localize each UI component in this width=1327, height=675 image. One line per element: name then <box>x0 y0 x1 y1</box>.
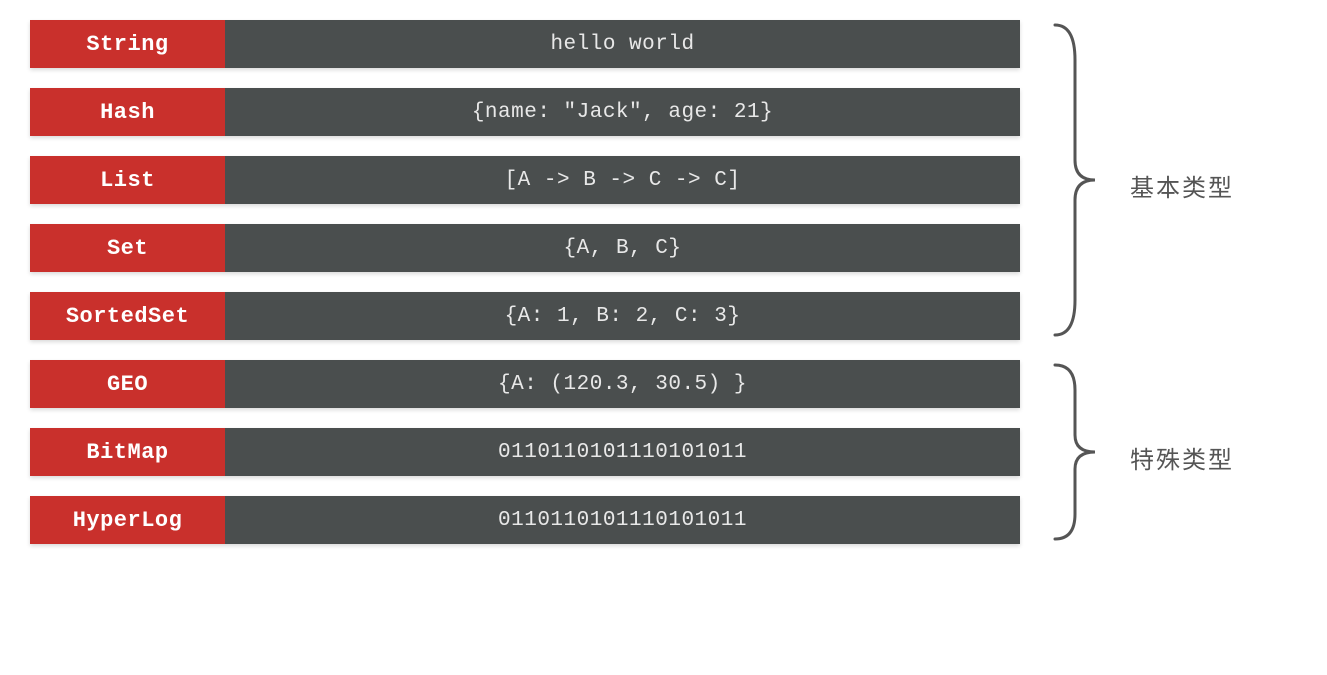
type-value: hello world <box>225 20 1020 68</box>
type-label: SortedSet <box>30 292 225 340</box>
type-label: Set <box>30 224 225 272</box>
table-row: GEO {A: (120.3, 30.5) } <box>30 360 1020 408</box>
type-label: HyperLog <box>30 496 225 544</box>
type-label: Hash <box>30 88 225 136</box>
type-label: String <box>30 20 225 68</box>
table-row: String hello world <box>30 20 1020 68</box>
table-row: HyperLog 0110110101110101011 <box>30 496 1020 544</box>
group-label-special: 特殊类型 <box>1130 440 1234 475</box>
diagram-container: String hello world Hash {name: "Jack", a… <box>0 0 1327 564</box>
table-row: BitMap 0110110101110101011 <box>30 428 1020 476</box>
table-row: Set {A, B, C} <box>30 224 1020 272</box>
brace-icon <box>1050 360 1100 544</box>
data-type-rows: String hello world Hash {name: "Jack", a… <box>30 20 1020 544</box>
type-label: List <box>30 156 225 204</box>
group-label-basic: 基本类型 <box>1130 168 1234 203</box>
type-value: {A: (120.3, 30.5) } <box>225 360 1020 408</box>
type-label: GEO <box>30 360 225 408</box>
annotations-panel: 基本类型 特殊类型 <box>1020 20 1297 544</box>
type-value: {A, B, C} <box>225 224 1020 272</box>
brace-icon <box>1050 20 1100 340</box>
type-label: BitMap <box>30 428 225 476</box>
type-value: [A -> B -> C -> C] <box>225 156 1020 204</box>
type-value: 0110110101110101011 <box>225 496 1020 544</box>
table-row: Hash {name: "Jack", age: 21} <box>30 88 1020 136</box>
type-value: {A: 1, B: 2, C: 3} <box>225 292 1020 340</box>
table-row: SortedSet {A: 1, B: 2, C: 3} <box>30 292 1020 340</box>
type-value: {name: "Jack", age: 21} <box>225 88 1020 136</box>
type-value: 0110110101110101011 <box>225 428 1020 476</box>
table-row: List [A -> B -> C -> C] <box>30 156 1020 204</box>
